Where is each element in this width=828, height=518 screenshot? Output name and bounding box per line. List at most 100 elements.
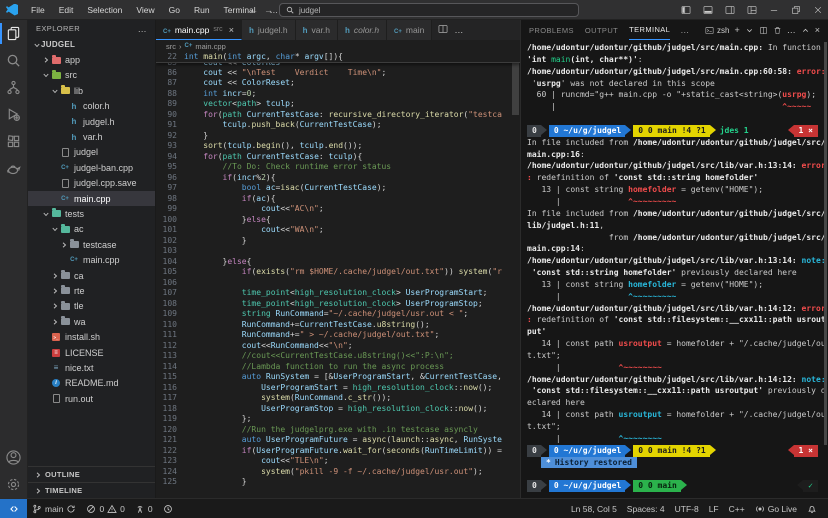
panel-bottom-icon[interactable] bbox=[698, 0, 718, 19]
code-line[interactable]: 104 }else{ bbox=[156, 257, 520, 268]
tab-color.h[interactable]: hcolor.h bbox=[338, 20, 387, 40]
maximize-panel-icon[interactable] bbox=[801, 26, 810, 35]
code-line[interactable]: 108 time_point<high_resolution_clock> Us… bbox=[156, 299, 520, 310]
terminal-more-icon[interactable]: … bbox=[787, 25, 796, 35]
breadcrumb[interactable]: src › C+ main.cpp bbox=[156, 40, 520, 52]
code-line[interactable]: 85 cout << ColorRes bbox=[156, 63, 520, 68]
menu-run[interactable]: Run bbox=[188, 3, 216, 17]
new-terminal-icon[interactable]: + bbox=[734, 25, 739, 35]
go-live[interactable]: Go Live bbox=[750, 504, 802, 514]
notifications[interactable] bbox=[802, 504, 822, 514]
close-tab-icon[interactable]: × bbox=[229, 25, 234, 35]
code-line[interactable]: 86 cout << "\nTest Verdict Time\n"; bbox=[156, 68, 520, 79]
layout-icon[interactable] bbox=[742, 0, 762, 19]
tree-item-main.cpp[interactable]: C+main.cpp bbox=[28, 252, 155, 267]
indentation[interactable]: Spaces: 4 bbox=[622, 504, 670, 514]
code-line[interactable]: 101 cout<<"WA\n"; bbox=[156, 225, 520, 236]
code-line[interactable]: 115 auto RunSystem = [&UserProgramStart,… bbox=[156, 372, 520, 383]
code-line[interactable]: 98 if(ac){ bbox=[156, 194, 520, 205]
code-line[interactable]: 102 } bbox=[156, 236, 520, 247]
code-line[interactable]: 114 //Lambda function to run the async p… bbox=[156, 362, 520, 373]
code-line[interactable]: 93 sort(tculp.begin(), tculp.end()); bbox=[156, 141, 520, 152]
language-mode[interactable]: C++ bbox=[724, 504, 750, 514]
section-outline[interactable]: OUTLINE bbox=[28, 466, 155, 482]
ports-status[interactable]: 0 bbox=[130, 499, 158, 518]
tree-item-rte[interactable]: rte bbox=[28, 283, 155, 298]
branch-status[interactable]: main bbox=[27, 499, 81, 518]
eol-sequence[interactable]: LF bbox=[704, 504, 724, 514]
activity-account-icon[interactable] bbox=[0, 444, 28, 471]
tree-item-tle[interactable]: tle bbox=[28, 299, 155, 314]
tree-item-ac[interactable]: ac bbox=[28, 222, 155, 237]
nav-forward-icon[interactable]: → bbox=[264, 5, 273, 15]
activity-settings-icon[interactable] bbox=[0, 471, 28, 498]
tree-item-judgel.h[interactable]: hjudgel.h bbox=[28, 114, 155, 129]
activity-run-debug-icon[interactable] bbox=[0, 101, 28, 128]
tree-item-readme.md[interactable]: iREADME.md bbox=[28, 376, 155, 391]
code-line[interactable]: 95 //To Do: Check runtime error status bbox=[156, 162, 520, 173]
terminal-output[interactable]: /home/udontur/udontur/github/judgel/src/… bbox=[521, 40, 828, 498]
tree-item-install.sh[interactable]: >_install.sh bbox=[28, 329, 155, 344]
tree-item-main.cpp[interactable]: C+main.cpp bbox=[28, 191, 155, 206]
tab-var.h[interactable]: hvar.h bbox=[296, 20, 338, 40]
tree-item-license[interactable]: ≡LICENSE bbox=[28, 345, 155, 360]
panel-tab-terminal[interactable]: TERMINAL bbox=[629, 20, 670, 40]
code-line[interactable]: 123 cout<<"TLE\n"; bbox=[156, 456, 520, 467]
code-line[interactable]: 109 string RunCommand="~/.cache/judgel/u… bbox=[156, 309, 520, 320]
tree-item-judgel[interactable]: JUDGEL bbox=[28, 37, 155, 52]
code-line[interactable]: 90 for(path CurrentTestCase: recursive_d… bbox=[156, 110, 520, 121]
search-input[interactable]: judgel bbox=[279, 3, 579, 17]
tree-item-var.h[interactable]: hvar.h bbox=[28, 129, 155, 144]
code-line[interactable]: 92 } bbox=[156, 131, 520, 142]
menu-view[interactable]: View bbox=[130, 3, 160, 17]
split-editor-icon[interactable] bbox=[438, 24, 448, 36]
code-line[interactable]: 125 } bbox=[156, 477, 520, 488]
tree-item-judgel[interactable]: judgel bbox=[28, 145, 155, 160]
tree-item-tests[interactable]: tests bbox=[28, 206, 155, 221]
restore-icon[interactable] bbox=[786, 0, 806, 19]
problems-status[interactable]: 0 0 bbox=[81, 499, 129, 518]
code-line[interactable]: 105 if(exists("rm $HOME/.cache/judgel/ou… bbox=[156, 267, 520, 278]
code-line[interactable]: 97 bool ac=isac(CurrentTestCase); bbox=[156, 183, 520, 194]
close-panel-icon[interactable]: × bbox=[815, 25, 820, 35]
tree-item-src[interactable]: src bbox=[28, 68, 155, 83]
breadcrumb-folder[interactable]: src bbox=[166, 42, 176, 51]
breadcrumb-file[interactable]: main.cpp bbox=[195, 42, 225, 51]
panel-tab-output[interactable]: OUTPUT bbox=[585, 20, 618, 40]
code-line[interactable]: 119 }; bbox=[156, 414, 520, 425]
code-line[interactable]: 124 system("pkill -9 -f ~/.cache/judgel/… bbox=[156, 467, 520, 478]
sidebar-right-icon[interactable] bbox=[720, 0, 740, 19]
tree-item-run.out[interactable]: run.out bbox=[28, 391, 155, 406]
code-line[interactable]: 116 UserProgramStart = high_resolution_c… bbox=[156, 383, 520, 394]
activity-extensions-icon[interactable] bbox=[0, 128, 28, 155]
cursor-position[interactable]: Ln 58, Col 5 bbox=[566, 504, 622, 514]
code-line[interactable]: 94 for(path CurrentTestCase: tculp){ bbox=[156, 152, 520, 163]
kill-terminal-icon[interactable] bbox=[773, 26, 782, 35]
code-line[interactable]: 89 vector<path> tculp; bbox=[156, 99, 520, 110]
code-line[interactable]: 121 auto UserProgramFuture = async(launc… bbox=[156, 435, 520, 446]
section-timeline[interactable]: TIMELINE bbox=[28, 482, 155, 498]
code-line[interactable]: 122 if(UserProgramFuture.wait_for(second… bbox=[156, 446, 520, 457]
split-terminal-icon[interactable] bbox=[759, 26, 768, 35]
code-line[interactable]: 107 time_point<high_resolution_clock> Us… bbox=[156, 288, 520, 299]
tree-item-color.h[interactable]: hcolor.h bbox=[28, 99, 155, 114]
terminal-profile-dropdown-icon[interactable] bbox=[745, 26, 754, 35]
code-area[interactable]: 22int main(int argc, char* argv[]){85 co… bbox=[156, 52, 520, 498]
timeline-status[interactable] bbox=[158, 499, 178, 518]
menu-selection[interactable]: Selection bbox=[81, 3, 128, 17]
close-icon[interactable] bbox=[808, 0, 828, 19]
code-line[interactable]: 99 cout<<"AC\n"; bbox=[156, 204, 520, 215]
terminal-scrollbar[interactable] bbox=[824, 42, 827, 445]
activity-teapot-icon[interactable] bbox=[0, 155, 28, 182]
terminal-profile[interactable]: zsh bbox=[705, 26, 729, 35]
tab-main.cpp[interactable]: C+main.cppsrc× bbox=[156, 20, 242, 40]
menu-edit[interactable]: Edit bbox=[53, 3, 80, 17]
code-line[interactable]: 96 if(incr%2){ bbox=[156, 173, 520, 184]
minimize-icon[interactable] bbox=[764, 0, 784, 19]
code-line[interactable]: 100 }else{ bbox=[156, 215, 520, 226]
tree-item-testcase[interactable]: testcase bbox=[28, 237, 155, 252]
remote-indicator[interactable] bbox=[0, 499, 27, 518]
code-line[interactable]: 88 int incr=0; bbox=[156, 89, 520, 100]
activity-search-icon[interactable] bbox=[0, 47, 28, 74]
tree-item-wa[interactable]: wa bbox=[28, 314, 155, 329]
